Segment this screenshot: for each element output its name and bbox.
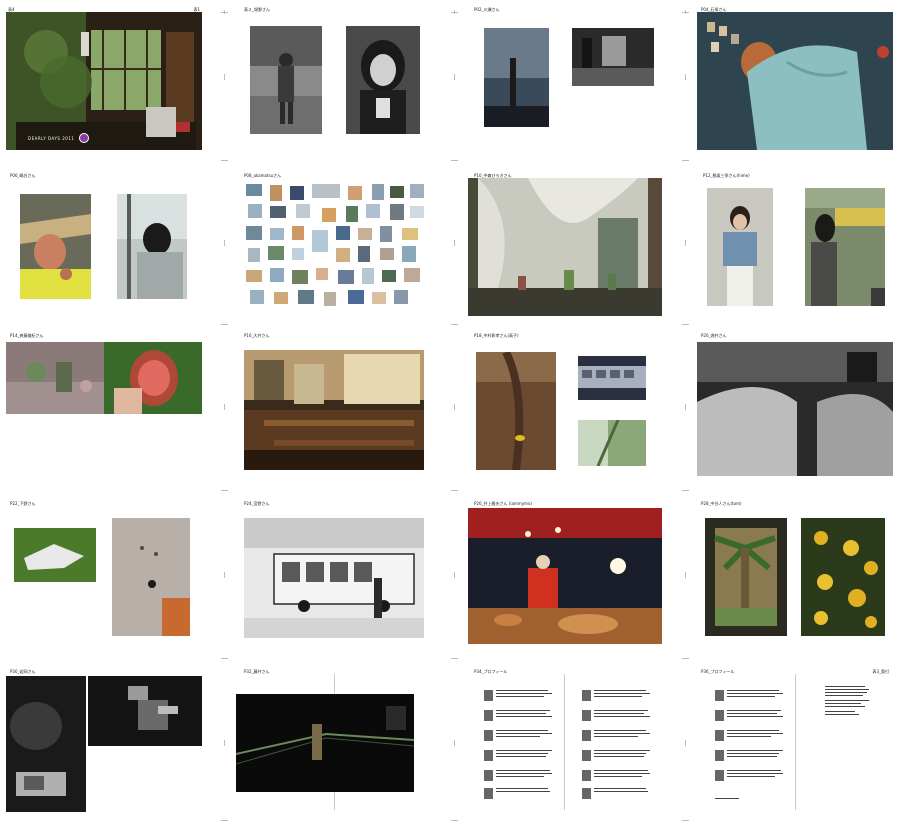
photo-bw-legs-closeup bbox=[697, 342, 893, 476]
page-label-right: 表3_奥付 bbox=[872, 669, 889, 674]
photo-spider-wall bbox=[112, 518, 190, 636]
spread-p36-colophon[interactable]: P36_プロフィール 表3_奥付 bbox=[697, 669, 893, 812]
photo-night-road-lights bbox=[236, 694, 414, 792]
cover-photo-window-plants bbox=[6, 12, 202, 150]
photo-gamer-handheld-bw bbox=[6, 676, 86, 812]
spread-p22[interactable]: P22_下野さん bbox=[6, 501, 202, 644]
page-label-left: P26_井上雅夫さん (iammymo) bbox=[474, 501, 532, 506]
photo-waiting-room-sunlight bbox=[244, 350, 424, 470]
page-label-left: P18_中村彰孝さん(高子) bbox=[474, 333, 519, 338]
page-label-left: P36_プロフィール bbox=[701, 669, 735, 674]
page-label-left: P30_若岡さん bbox=[10, 669, 36, 674]
page-label-left: P12_桃坂三季さん(hime) bbox=[703, 173, 750, 178]
photo-curtain-window bbox=[468, 178, 662, 316]
photo-market-stall-lamps bbox=[468, 508, 662, 644]
page-label-left: P14_斉藤美紀さん bbox=[10, 333, 44, 338]
spread-p34-profile[interactable]: P34_プロフィール bbox=[466, 669, 662, 812]
spread-p26[interactable]: P26_井上雅夫さん (iammymo) bbox=[466, 501, 662, 644]
page-label-left: P06_嶋谷さん bbox=[10, 173, 36, 178]
spread-p4[interactable]: P04_石塚さん bbox=[697, 7, 893, 150]
photo-girl-portrait-bw bbox=[346, 26, 420, 134]
spread-p30[interactable]: P30_若岡さん bbox=[6, 669, 202, 812]
spread-p10[interactable]: P10_中森ひろきさん bbox=[466, 173, 662, 316]
photo-girl-train-tracks bbox=[805, 188, 885, 306]
photo-collage-small-prints bbox=[246, 184, 424, 306]
spread-p6[interactable]: P06_嶋谷さん bbox=[6, 173, 202, 316]
page-label-left: P28_中谷人さん(tom) bbox=[701, 501, 742, 506]
photo-green-leaves bbox=[578, 420, 646, 466]
photo-street-bw bbox=[572, 28, 654, 86]
page-label-left: 表２_堀野さん bbox=[244, 7, 270, 12]
photo-girl-field-bw bbox=[250, 26, 322, 134]
logo-icon bbox=[79, 133, 89, 143]
page-label-left: P02_川瀬さん bbox=[474, 7, 500, 12]
photo-cloth-on-grass bbox=[14, 528, 96, 582]
spread-p8[interactable]: P08_akamatsuさん bbox=[236, 173, 432, 316]
page-label-left: P22_下野さん bbox=[10, 501, 36, 506]
contact-sheet: 表4 表1 DEARLY DAYS 2011 表２_堀野さん P02_川瀬さん … bbox=[0, 0, 900, 834]
photo-floor-leaf-shadow bbox=[476, 352, 556, 470]
spread-p20[interactable]: P20_堀井さん bbox=[697, 333, 893, 476]
photo-robot-toy-dark bbox=[88, 676, 202, 746]
photo-woman-back-window bbox=[117, 194, 187, 299]
photo-girl-denim-jacket bbox=[707, 188, 773, 306]
page-label-left: P08_akamatsuさん bbox=[244, 173, 282, 178]
spread-p3[interactable]: P02_川瀬さん bbox=[466, 7, 662, 150]
cover-title-text: DEARLY DAYS 2011 bbox=[28, 136, 75, 141]
page-gutter bbox=[795, 674, 796, 810]
page-gutter bbox=[564, 674, 565, 810]
photo-train-window bbox=[578, 356, 646, 400]
photo-person-blanket bbox=[697, 12, 893, 150]
spread-p28[interactable]: P28_中谷人さん(tom) bbox=[697, 501, 893, 644]
spread-p2[interactable]: 表２_堀野さん bbox=[236, 7, 432, 150]
spread-p18[interactable]: P18_中村彰孝さん(高子) bbox=[466, 333, 662, 476]
photo-yellow-flowers bbox=[801, 518, 885, 636]
photo-bus-street-bw bbox=[244, 518, 424, 638]
page-label-left: P24_宮野さん bbox=[244, 501, 270, 506]
photo-elderly-woman-hat bbox=[20, 194, 91, 299]
spread-p32[interactable]: P32_藤井さん bbox=[236, 669, 432, 812]
photo-tower-sky bbox=[484, 28, 549, 127]
photo-pomegranate-hand bbox=[104, 342, 202, 414]
spread-p16[interactable]: P16_大井さん bbox=[236, 333, 432, 476]
page-label-left: P16_大井さん bbox=[244, 333, 270, 338]
page-label-left: P34_プロフィール bbox=[474, 669, 508, 674]
spread-p12[interactable]: P12_桃坂三季さん(hime) bbox=[697, 173, 893, 316]
spread-cover[interactable]: 表4 表1 DEARLY DAYS 2011 bbox=[6, 7, 202, 150]
photo-palm-tree-vignette bbox=[705, 518, 787, 636]
page-label-left: P32_藤井さん bbox=[244, 669, 270, 674]
spread-p24[interactable]: P24_宮野さん bbox=[236, 501, 432, 644]
photo-toy-figures bbox=[6, 342, 104, 414]
spread-p14[interactable]: P14_斉藤美紀さん bbox=[6, 333, 202, 476]
page-label-left: P20_堀井さん bbox=[701, 333, 727, 338]
